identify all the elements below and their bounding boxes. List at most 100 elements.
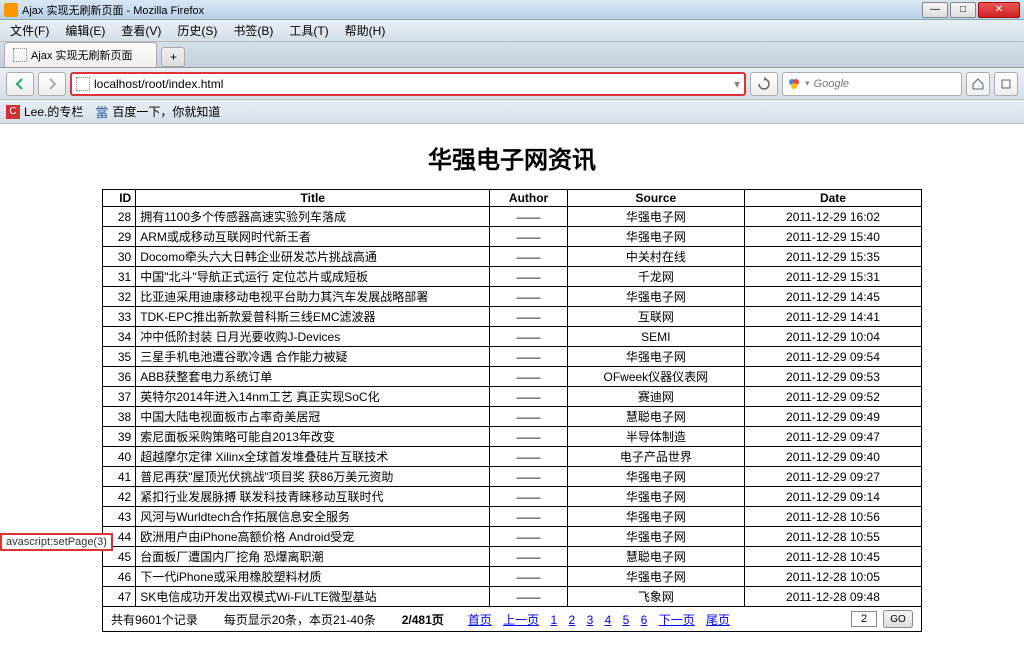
data-table: ID Title Author Source Date 28 拥有1100多个传… xyxy=(102,189,922,632)
cell-id: 34 xyxy=(103,327,136,347)
home-button[interactable] xyxy=(966,72,990,96)
bookmark-item-1[interactable]: C Lee.的专栏 xyxy=(6,103,83,120)
cell-date: 2011-12-29 09:52 xyxy=(744,387,921,407)
cell-author: —— xyxy=(490,347,567,367)
pager-total: 共有9601个记录 xyxy=(111,611,198,628)
pager-last[interactable]: 尾页 xyxy=(706,613,730,627)
cell-author: —— xyxy=(490,387,567,407)
table-row: 33 TDK-EPC推出新款爱普科斯三线EMC滤波器 —— 互联网 2011-1… xyxy=(103,307,922,327)
table-row: 44 欧洲用户由iPhone高额价格 Android受宠 —— 华强电子网 20… xyxy=(103,527,922,547)
downloads-button[interactable] xyxy=(994,72,1018,96)
cell-title: ARM或成移动互联网时代新王者 xyxy=(136,227,490,247)
pager-prev[interactable]: 上一页 xyxy=(503,613,539,627)
pager-row: 共有9601个记录 每页显示20条，本页21-40条 2/481页 首页 上一页… xyxy=(103,607,922,632)
table-row: 31 中国"北斗"导航正式运行 定位芯片或成短板 —— 千龙网 2011-12-… xyxy=(103,267,922,287)
back-button[interactable] xyxy=(6,72,34,96)
menu-file[interactable]: 文件(F) xyxy=(4,20,55,41)
pager-4[interactable]: 4 xyxy=(605,613,612,627)
cell-date: 2011-12-28 10:45 xyxy=(744,547,921,567)
window-title: Ajax 实现无刷新页面 - Mozilla Firefox xyxy=(22,2,922,18)
pager-next[interactable]: 下一页 xyxy=(659,613,695,627)
cell-title: ABB获整套电力系统订单 xyxy=(136,367,490,387)
cell-source: 半导体制造 xyxy=(567,427,744,447)
pager-1[interactable]: 1 xyxy=(551,613,558,627)
status-bar: avascript:setPage(3) xyxy=(0,533,113,551)
cell-author: —— xyxy=(490,547,567,567)
cell-author: —— xyxy=(490,487,567,507)
menu-view[interactable]: 查看(V) xyxy=(115,20,167,41)
cell-date: 2011-12-29 09:53 xyxy=(744,367,921,387)
pager-2[interactable]: 2 xyxy=(569,613,576,627)
menu-edit[interactable]: 编辑(E) xyxy=(59,20,111,41)
pager-first[interactable]: 首页 xyxy=(468,613,492,627)
table-row: 36 ABB获整套电力系统订单 —— OFweek仪器仪表网 2011-12-2… xyxy=(103,367,922,387)
minimize-button[interactable]: — xyxy=(922,2,948,18)
new-tab-button[interactable]: + xyxy=(161,47,185,67)
cell-id: 40 xyxy=(103,447,136,467)
cell-author: —— xyxy=(490,467,567,487)
cell-title: 台面板厂遭国内厂挖角 恐爆离职潮 xyxy=(136,547,490,567)
cell-title: Docomo牵头六大日韩企业研发芯片挑战高通 xyxy=(136,247,490,267)
cell-id: 33 xyxy=(103,307,136,327)
cell-date: 2011-12-29 09:54 xyxy=(744,347,921,367)
table-row: 28 拥有1100多个传感器高速实验列车落成 —— 华强电子网 2011-12-… xyxy=(103,207,922,227)
pager-3[interactable]: 3 xyxy=(587,613,594,627)
close-button[interactable]: ✕ xyxy=(978,2,1020,18)
cell-source: 华强电子网 xyxy=(567,527,744,547)
maximize-button[interactable]: □ xyxy=(950,2,976,18)
cell-author: —— xyxy=(490,367,567,387)
cell-id: 31 xyxy=(103,267,136,287)
table-row: 37 英特尔2014年进入14nm工艺 真正实现SoC化 —— 赛迪网 2011… xyxy=(103,387,922,407)
menu-bookmarks[interactable]: 书签(B) xyxy=(227,20,279,41)
cell-author: —— xyxy=(490,307,567,327)
cell-source: 华强电子网 xyxy=(567,227,744,247)
page-title: 华强电子网资讯 xyxy=(0,140,1024,175)
table-row: 40 超越摩尔定律 Xilinx全球首发堆叠硅片互联技术 —— 电子产品世界 2… xyxy=(103,447,922,467)
cell-source: 华强电子网 xyxy=(567,507,744,527)
search-dropdown-icon[interactable]: ▾ xyxy=(805,78,810,89)
cell-id: 41 xyxy=(103,467,136,487)
cell-id: 42 xyxy=(103,487,136,507)
menu-tools[interactable]: 工具(T) xyxy=(283,20,334,41)
pager-6[interactable]: 6 xyxy=(641,613,648,627)
menu-history[interactable]: 历史(S) xyxy=(171,20,223,41)
cell-id: 32 xyxy=(103,287,136,307)
cell-id: 47 xyxy=(103,587,136,607)
pager-go-button[interactable]: GO xyxy=(883,610,913,628)
cell-source: 慧聪电子网 xyxy=(567,407,744,427)
cell-author: —— xyxy=(490,287,567,307)
cell-date: 2011-12-29 14:41 xyxy=(744,307,921,327)
cell-source: 中关村在线 xyxy=(567,247,744,267)
cell-title: 普尼再获"屋顶光伏挑战"项目奖 获86万美元资助 xyxy=(136,467,490,487)
cell-source: 华强电子网 xyxy=(567,347,744,367)
pager-5[interactable]: 5 xyxy=(623,613,630,627)
url-input[interactable] xyxy=(94,77,730,91)
page-content: 华强电子网资讯 ID Title Author Source Date 28 拥… xyxy=(0,124,1024,648)
csdn-icon: C xyxy=(6,105,20,119)
search-input[interactable] xyxy=(814,78,957,90)
cell-id: 28 xyxy=(103,207,136,227)
cell-source: 电子产品世界 xyxy=(567,447,744,467)
table-row: 30 Docomo牵头六大日韩企业研发芯片挑战高通 —— 中关村在线 2011-… xyxy=(103,247,922,267)
page-icon xyxy=(13,48,27,62)
table-row: 45 台面板厂遭国内厂挖角 恐爆离职潮 —— 慧聪电子网 2011-12-28 … xyxy=(103,547,922,567)
table-row: 38 中国大陆电视面板市占率奇美居冠 —— 慧聪电子网 2011-12-29 0… xyxy=(103,407,922,427)
menu-help[interactable]: 帮助(H) xyxy=(339,20,392,41)
table-row: 35 三星手机电池遭谷歌冷遇 合作能力被疑 —— 华强电子网 2011-12-2… xyxy=(103,347,922,367)
pager-page-input[interactable] xyxy=(851,611,877,627)
table-row: 41 普尼再获"屋顶光伏挑战"项目奖 获86万美元资助 —— 华强电子网 201… xyxy=(103,467,922,487)
cell-author: —— xyxy=(490,227,567,247)
cell-title: 欧洲用户由iPhone高额价格 Android受宠 xyxy=(136,527,490,547)
forward-button[interactable] xyxy=(38,72,66,96)
url-field-wrapper: ▾ xyxy=(70,72,746,96)
reload-button[interactable] xyxy=(750,72,778,96)
cell-date: 2011-12-28 10:55 xyxy=(744,527,921,547)
tab-active[interactable]: Ajax 实现无刷新页面 xyxy=(4,42,157,67)
cell-source: 互联网 xyxy=(567,307,744,327)
cell-date: 2011-12-29 16:02 xyxy=(744,207,921,227)
bookmark-item-2[interactable]: 當 百度一下，你就知道 xyxy=(95,102,220,121)
dropdown-icon[interactable]: ▾ xyxy=(734,77,740,91)
cell-id: 35 xyxy=(103,347,136,367)
menu-bar: 文件(F) 编辑(E) 查看(V) 历史(S) 书签(B) 工具(T) 帮助(H… xyxy=(0,20,1024,42)
cell-source: 赛迪网 xyxy=(567,387,744,407)
